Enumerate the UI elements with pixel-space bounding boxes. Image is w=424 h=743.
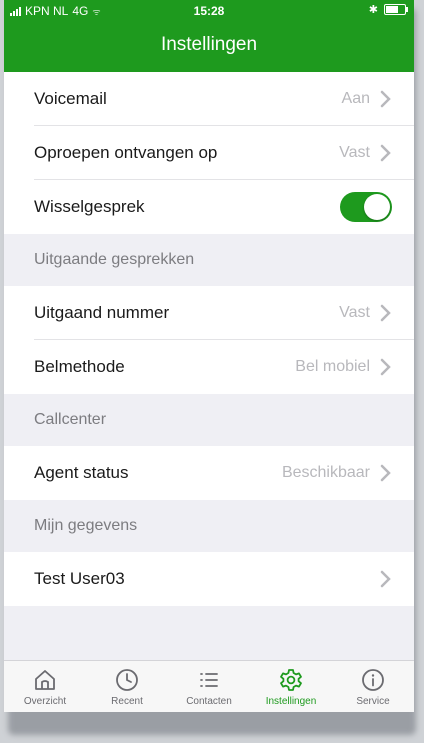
- setting-call-waiting: Wisselgesprek: [4, 180, 414, 234]
- tab-label: Contacten: [186, 696, 232, 707]
- settings-list: Voicemail Aan Oproepen ontvangen op Vast…: [4, 72, 414, 606]
- chevron-right-icon: [380, 358, 391, 376]
- chevron-right-icon: [380, 464, 391, 482]
- chevron-right-icon: [380, 304, 391, 322]
- home-icon: [35, 670, 55, 690]
- phone-screen: KPN NL 4G ᯤ 15:28 ✱ Instellingen Voicema…: [4, 0, 414, 712]
- setting-label: Wisselgesprek: [34, 197, 145, 216]
- status-right: ✱: [368, 3, 408, 16]
- tab-label: Overzicht: [23, 696, 67, 707]
- setting-label: Uitgaand nummer: [34, 303, 170, 322]
- setting-voicemail[interactable]: Voicemail Aan: [4, 72, 414, 126]
- setting-label: Belmethode: [34, 357, 125, 376]
- setting-value: Bel mobiel: [295, 358, 370, 375]
- tab-bar: Overzicht Recent Contacten Instellingen …: [4, 660, 414, 712]
- battery-icon: [384, 4, 408, 15]
- setting-value: Vast: [339, 144, 370, 161]
- chevron-right-icon: [380, 144, 391, 162]
- tab-service[interactable]: Service: [332, 661, 414, 712]
- setting-call-method[interactable]: Belmethode Bel mobiel: [4, 340, 414, 394]
- gear-icon: [280, 669, 302, 691]
- setting-label: Voicemail: [34, 89, 107, 108]
- call-waiting-toggle[interactable]: [340, 192, 392, 222]
- setting-user-profile[interactable]: Test User03: [4, 552, 414, 606]
- tab-label: Instellingen: [265, 696, 317, 707]
- setting-label: Oproepen ontvangen op: [34, 143, 218, 162]
- section-header-callcenter: Callcenter: [4, 394, 414, 446]
- navigation-bar: Instellingen: [4, 22, 414, 72]
- clock: 15:28: [193, 4, 225, 18]
- tab-instellingen[interactable]: Instellingen: [250, 661, 332, 712]
- status-bar: KPN NL 4G ᯤ 15:28 ✱: [4, 0, 414, 22]
- setting-outgoing-number[interactable]: Uitgaand nummer Vast: [4, 286, 414, 340]
- setting-value: Beschikbaar: [281, 464, 370, 481]
- section-header-outgoing: Uitgaande gesprekken: [4, 234, 414, 286]
- tab-recent[interactable]: Recent: [86, 661, 168, 712]
- tab-label: Recent: [111, 696, 143, 707]
- setting-value: Aan: [341, 90, 370, 107]
- tab-overzicht[interactable]: Overzicht: [4, 661, 86, 712]
- info-icon: [362, 669, 384, 691]
- chevron-right-icon: [380, 570, 391, 588]
- setting-incoming-calls[interactable]: Oproepen ontvangen op Vast: [4, 126, 414, 180]
- page-title: Instellingen: [160, 34, 258, 55]
- setting-value: Vast: [339, 304, 370, 321]
- setting-label: Test User03: [34, 569, 125, 588]
- setting-agent-status[interactable]: Agent status Beschikbaar: [4, 446, 414, 500]
- list-icon: [200, 673, 218, 687]
- section-header-mydata: Mijn gegevens: [4, 500, 414, 552]
- setting-label: Agent status: [34, 463, 129, 482]
- clock-icon: [116, 669, 138, 691]
- bluetooth-icon: ✱: [368, 4, 378, 16]
- toggle-knob: [364, 194, 390, 220]
- chevron-right-icon: [380, 90, 391, 108]
- tab-contacten[interactable]: Contacten: [168, 661, 250, 712]
- tab-label: Service: [356, 696, 390, 707]
